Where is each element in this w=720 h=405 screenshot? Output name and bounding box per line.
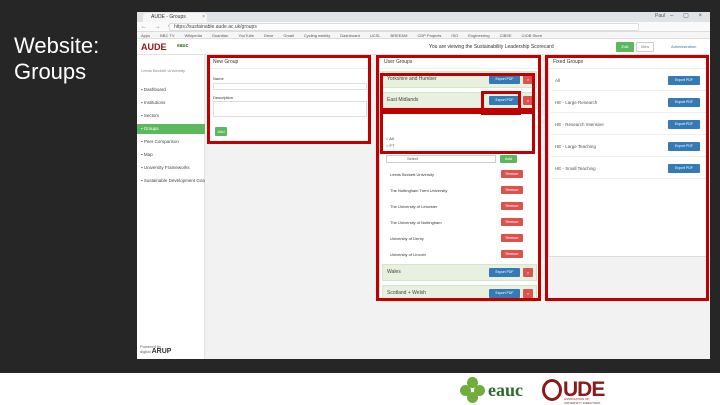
bookmark-link[interactable]: CIBSE (500, 33, 512, 38)
bookmark-link[interactable]: BREEAM (391, 33, 408, 38)
bookmark-link[interactable]: CDP Projects (417, 33, 441, 38)
bookmark-link[interactable]: ISO (451, 33, 458, 38)
highlight-add-member (380, 111, 535, 154)
bookmark-link[interactable]: Drive (264, 33, 273, 38)
window-controls-icon[interactable]: – ▢ × (670, 12, 706, 19)
browser-user[interactable]: Paul (655, 13, 665, 19)
sidebar-item[interactable]: ▪ Sustainable Development Goals (137, 176, 205, 186)
bookmark-link[interactable]: Dashboard (340, 33, 360, 38)
aude-subtitle: ASSOCIATION OF UNIVERSITY DIRECTORS OF E… (564, 397, 601, 405)
eauc-dots-icon (460, 377, 486, 403)
sidebar-item-label: Map (143, 152, 153, 157)
bookmark-link[interactable]: YouTube (238, 33, 254, 38)
sidebar-item[interactable]: ▪ Groups (137, 124, 205, 134)
close-icon[interactable]: × (202, 13, 205, 22)
sidebar-item[interactable]: ▪ Institutions (137, 98, 205, 108)
sidebar: Leeds Beckett University Powered by digi… (137, 55, 205, 359)
slide-footer (0, 373, 720, 405)
browser-tabbar: AUDE - Groups × Paul – ▢ × (137, 12, 710, 22)
sidebar-item-label: Peer Comparison (143, 139, 179, 144)
eauc-logo: eauc (460, 376, 523, 404)
bookmarks-bar: Apps BBC TV Wikipedia Guardian YouTube Drive G… (137, 32, 710, 39)
url-input[interactable]: https://sustainable.aude.ac.uk/groups (169, 23, 639, 31)
address-bar: ← → ⟳ https://sustainable.aude.ac.uk/gro… (137, 22, 710, 32)
sidebar-org: Leeds Beckett University (141, 68, 186, 73)
tab-title: AUDE - Groups (151, 14, 186, 20)
bookmark-link[interactable]: UCSL (370, 33, 381, 38)
sidebar-item[interactable]: ▪ Peer Comparison (137, 137, 205, 147)
bookmark-link[interactable]: Gmail (283, 33, 293, 38)
sidebar-item-label: Institutions (143, 100, 166, 105)
bookmark-link[interactable]: Guardian (212, 33, 228, 38)
bookmark-link[interactable]: Engineering (468, 33, 489, 38)
aude-logo: UDE ASSOCIATION OF UNIVERSITY DIRECTORS … (542, 376, 605, 405)
sidebar-item-label: Sustainable Development Goals (143, 178, 205, 183)
eauc-logo-text: eauc (488, 379, 523, 400)
digital-label: digital (140, 349, 151, 354)
sidebar-item-label: Groups (143, 126, 159, 131)
aude-ring-icon (542, 379, 562, 401)
browser-tab[interactable]: AUDE - Groups × (143, 13, 207, 22)
arup-logo: ARUP (151, 348, 172, 355)
app-header: AUDE eauc You are viewing the Sustainabi… (137, 39, 710, 55)
highlight-fixed-groups (545, 55, 709, 301)
highlight-new-group (207, 55, 371, 144)
sidebar-item[interactable]: ▪ Dashboard (137, 85, 205, 95)
sidebar-footer: Powered by digital ARUP (140, 344, 172, 355)
sidebar-item[interactable]: ▪ Map (137, 150, 205, 160)
sidebar-item[interactable]: ▪ Sectors (137, 111, 205, 121)
slide-title: Website: Groups (14, 33, 100, 84)
sidebar-item-label: University Frameworks (143, 165, 190, 170)
app-logo[interactable]: AUDE (141, 42, 167, 52)
sidebar-item-label: Dashboard (143, 87, 166, 92)
bookmark-link[interactable]: Apps (141, 33, 150, 38)
bookmark-link[interactable]: BBC TV (160, 33, 174, 38)
sidebar-item-label: Sectors (143, 113, 160, 118)
app-partner-logo: eauc (177, 43, 189, 49)
admin-link[interactable]: Administration (671, 44, 696, 49)
view-button[interactable]: View (636, 42, 654, 52)
bookmark-link[interactable]: CIOB Store (522, 33, 542, 38)
bookmark-link[interactable]: Cycling weekly (304, 33, 330, 38)
edit-button[interactable]: Edit (616, 42, 634, 52)
bookmark-link[interactable]: Wikipedia (185, 33, 202, 38)
scorecard-notice: You are viewing the Sustainability Leade… (429, 44, 554, 50)
sidebar-item[interactable]: ▪ University Frameworks (137, 163, 205, 173)
